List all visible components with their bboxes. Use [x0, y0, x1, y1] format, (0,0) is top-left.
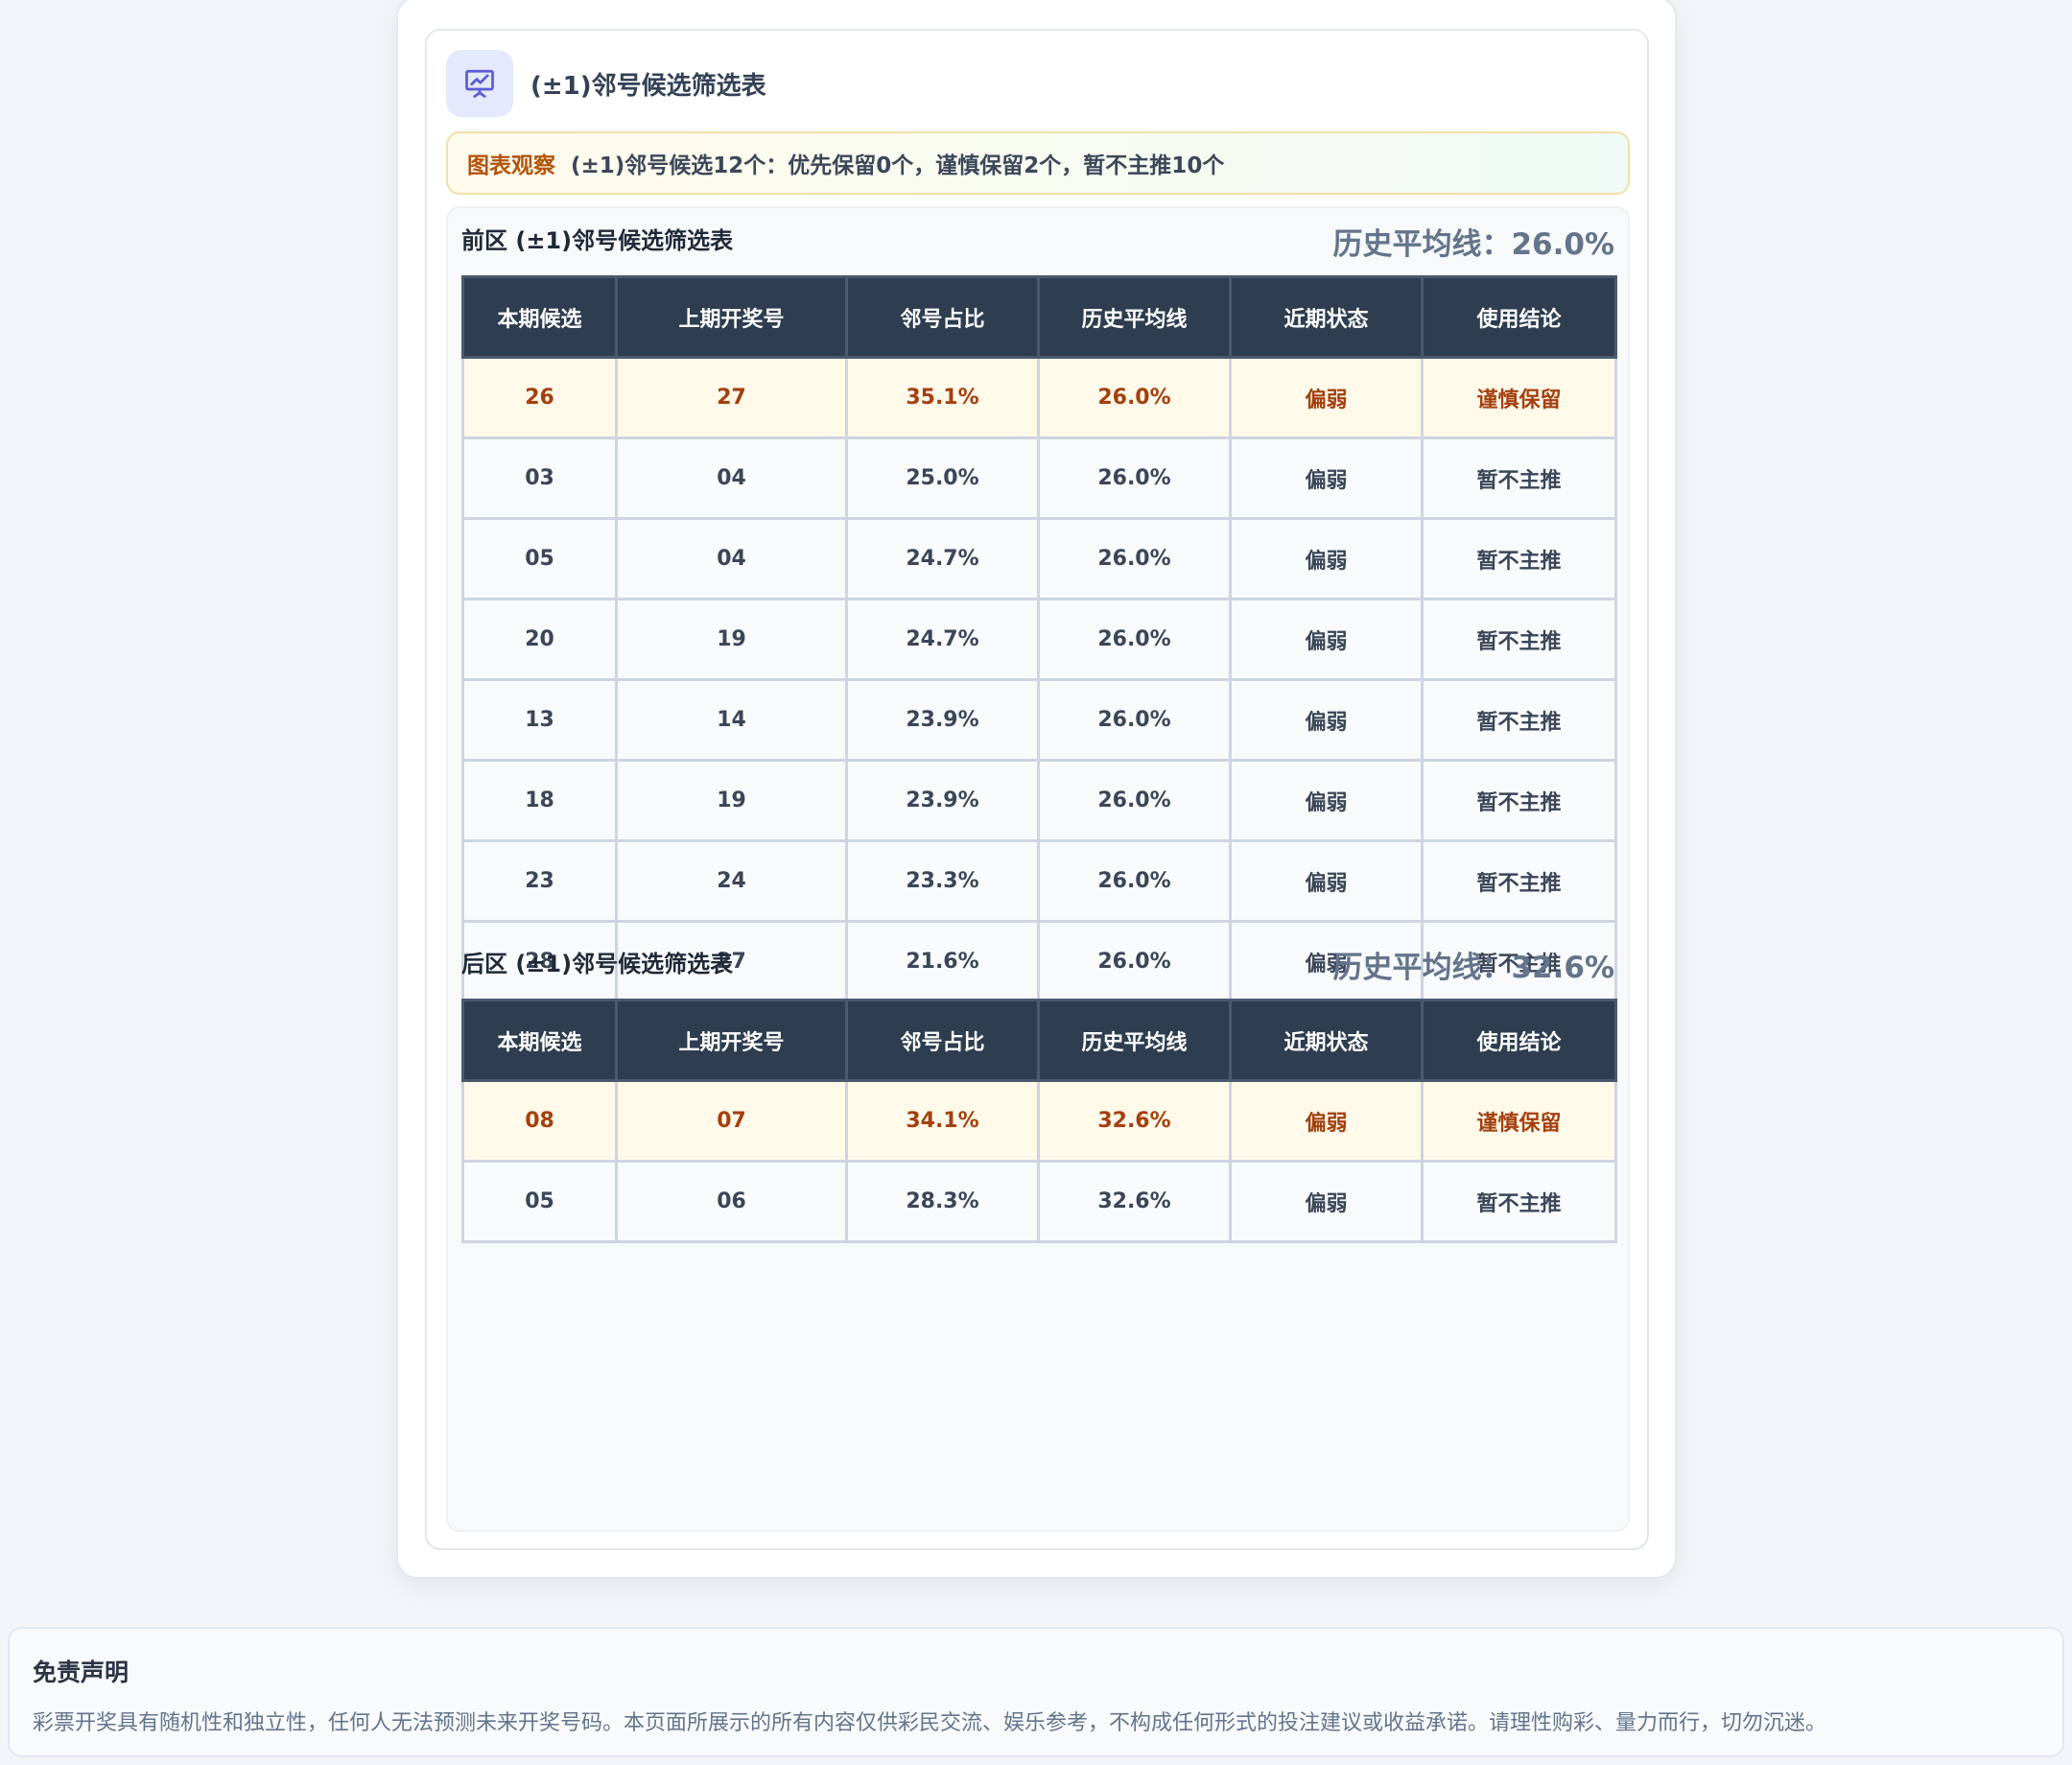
presentation-chart-icon: [446, 50, 513, 117]
previous-number-cell: 19: [615, 598, 848, 681]
ratio-cell: 34.1%: [845, 1079, 1040, 1163]
candidate-cell: 23: [461, 839, 618, 923]
average-cell: 26.0%: [1037, 598, 1232, 681]
ratio-cell: 24.7%: [845, 598, 1040, 681]
previous-number-cell: 19: [615, 759, 848, 842]
column-header: 使用结论: [1421, 275, 1617, 359]
average-cell: 26.0%: [1037, 839, 1232, 923]
table-row: 23 24 23.3% 26.0% 偏弱 暂不主推: [461, 839, 1617, 923]
ratio-cell: 23.9%: [845, 759, 1040, 842]
observation-label: 图表观察: [467, 153, 555, 178]
column-header: 本期候选: [461, 999, 618, 1082]
back-zone-section: 后区 (±1)邻号候选筛选表 历史平均线：32.6% 本期候选 上期开奖号 邻号…: [461, 931, 1617, 1243]
candidate-cell: 20: [461, 598, 618, 681]
front-zone-header: 前区 (±1)邻号候选筛选表 历史平均线：26.0%: [461, 208, 1614, 275]
table-row: 05 06 28.3% 32.6% 偏弱 暂不主推: [461, 1160, 1617, 1243]
candidate-cell: 03: [461, 436, 618, 520]
ratio-cell: 25.0%: [845, 436, 1040, 520]
table-row: 20 19 24.7% 26.0% 偏弱 暂不主推: [461, 598, 1617, 681]
average-cell: 32.6%: [1037, 1160, 1232, 1243]
card-header: (±1)邻号候选筛选表: [446, 50, 766, 117]
table-row: 05 04 24.7% 26.0% 偏弱 暂不主推: [461, 517, 1617, 600]
status-cell: 偏弱: [1229, 678, 1424, 762]
column-header: 邻号占比: [845, 999, 1040, 1082]
table-row: 13 14 23.9% 26.0% 偏弱 暂不主推: [461, 678, 1617, 762]
column-header: 历史平均线: [1037, 999, 1232, 1082]
observation-text: (±1)邻号候选12个：优先保留0个，谨慎保留2个，暂不主推10个: [571, 153, 1225, 178]
disclaimer-title: 免责声明: [33, 1659, 130, 1686]
previous-number-cell: 24: [615, 839, 848, 923]
table-header-row: 本期候选 上期开奖号 邻号占比 历史平均线 近期状态 使用结论: [461, 275, 1617, 359]
candidate-cell: 08: [461, 1079, 618, 1163]
average-cell: 26.0%: [1037, 678, 1232, 762]
table-row: 18 19 23.9% 26.0% 偏弱 暂不主推: [461, 759, 1617, 842]
column-header: 上期开奖号: [615, 999, 848, 1082]
conclusion-cell: 暂不主推: [1421, 598, 1617, 681]
conclusion-cell: 谨慎保留: [1421, 1079, 1617, 1163]
disclaimer-text: 彩票开奖具有随机性和独立性，任何人无法预测未来开奖号码。本页面所展示的所有内容仅…: [33, 1711, 1827, 1735]
conclusion-cell: 暂不主推: [1421, 839, 1617, 923]
status-cell: 偏弱: [1229, 1079, 1424, 1163]
ratio-cell: 28.3%: [845, 1160, 1040, 1243]
column-header: 邻号占比: [845, 275, 1040, 359]
conclusion-cell: 暂不主推: [1421, 436, 1617, 520]
chart-card: (±1)邻号候选筛选表 图表观察 (±1)邻号候选12个：优先保留0个，谨慎保留…: [396, 0, 1677, 1579]
chart-observation-banner: 图表观察 (±1)邻号候选12个：优先保留0个，谨慎保留2个，暂不主推10个: [446, 131, 1630, 195]
page-title: (±1)邻号候选筛选表: [530, 71, 766, 101]
column-header: 本期候选: [461, 275, 618, 359]
candidate-cell: 05: [461, 1160, 618, 1243]
column-header: 历史平均线: [1037, 275, 1232, 359]
table-panel-card: (±1)邻号候选筛选表 图表观察 (±1)邻号候选12个：优先保留0个，谨慎保留…: [425, 29, 1649, 1550]
front-zone-title: 前区 (±1)邻号候选筛选表: [461, 227, 734, 254]
table-row: 03 04 25.0% 26.0% 偏弱 暂不主推: [461, 436, 1617, 520]
average-cell: 32.6%: [1037, 1079, 1232, 1163]
status-cell: 偏弱: [1229, 1160, 1424, 1243]
table-row: 26 27 35.1% 26.0% 偏弱 谨慎保留: [461, 356, 1617, 439]
ratio-cell: 23.3%: [845, 839, 1040, 923]
candidate-cell: 13: [461, 678, 618, 762]
previous-number-cell: 27: [615, 356, 848, 439]
status-cell: 偏弱: [1229, 436, 1424, 520]
back-zone-title: 后区 (±1)邻号候选筛选表: [461, 951, 734, 977]
previous-number-cell: 14: [615, 678, 848, 762]
table-row: 08 07 34.1% 32.6% 偏弱 谨慎保留: [461, 1079, 1617, 1163]
status-cell: 偏弱: [1229, 356, 1424, 439]
ratio-cell: 24.7%: [845, 517, 1040, 600]
average-cell: 26.0%: [1037, 759, 1232, 842]
conclusion-cell: 暂不主推: [1421, 517, 1617, 600]
candidate-cell: 26: [461, 356, 618, 439]
table-header-row: 本期候选 上期开奖号 邻号占比 历史平均线 近期状态 使用结论: [461, 999, 1617, 1082]
previous-number-cell: 06: [615, 1160, 848, 1243]
front-zone-average: 历史平均线：26.0%: [1332, 227, 1614, 262]
back-zone-average: 历史平均线：32.6%: [1332, 951, 1614, 985]
ratio-cell: 35.1%: [845, 356, 1040, 439]
ratio-cell: 23.9%: [845, 678, 1040, 762]
status-cell: 偏弱: [1229, 598, 1424, 681]
conclusion-cell: 谨慎保留: [1421, 356, 1617, 439]
average-cell: 26.0%: [1037, 356, 1232, 439]
average-cell: 26.0%: [1037, 436, 1232, 520]
average-cell: 26.0%: [1037, 517, 1232, 600]
column-header: 近期状态: [1229, 999, 1424, 1082]
status-cell: 偏弱: [1229, 517, 1424, 600]
column-header: 上期开奖号: [615, 275, 848, 359]
disclaimer-box: 免责声明 彩票开奖具有随机性和独立性，任何人无法预测未来开奖号码。本页面所展示的…: [8, 1627, 2064, 1757]
column-header: 使用结论: [1421, 999, 1617, 1082]
column-header: 近期状态: [1229, 275, 1424, 359]
conclusion-cell: 暂不主推: [1421, 759, 1617, 842]
candidate-cell: 05: [461, 517, 618, 600]
previous-number-cell: 07: [615, 1079, 848, 1163]
candidate-cell: 18: [461, 759, 618, 842]
conclusion-cell: 暂不主推: [1421, 678, 1617, 762]
previous-number-cell: 04: [615, 517, 848, 600]
tables-panel: 前区 (±1)邻号候选筛选表 历史平均线：26.0% 本期候选 上期开奖号 邻号…: [446, 206, 1630, 1532]
status-cell: 偏弱: [1229, 759, 1424, 842]
back-zone-header: 后区 (±1)邻号候选筛选表 历史平均线：32.6%: [461, 931, 1614, 999]
previous-number-cell: 04: [615, 436, 848, 520]
status-cell: 偏弱: [1229, 839, 1424, 923]
conclusion-cell: 暂不主推: [1421, 1160, 1617, 1243]
back-zone-table: 本期候选 上期开奖号 邻号占比 历史平均线 近期状态 使用结论 08 07 34.1…: [461, 999, 1617, 1243]
